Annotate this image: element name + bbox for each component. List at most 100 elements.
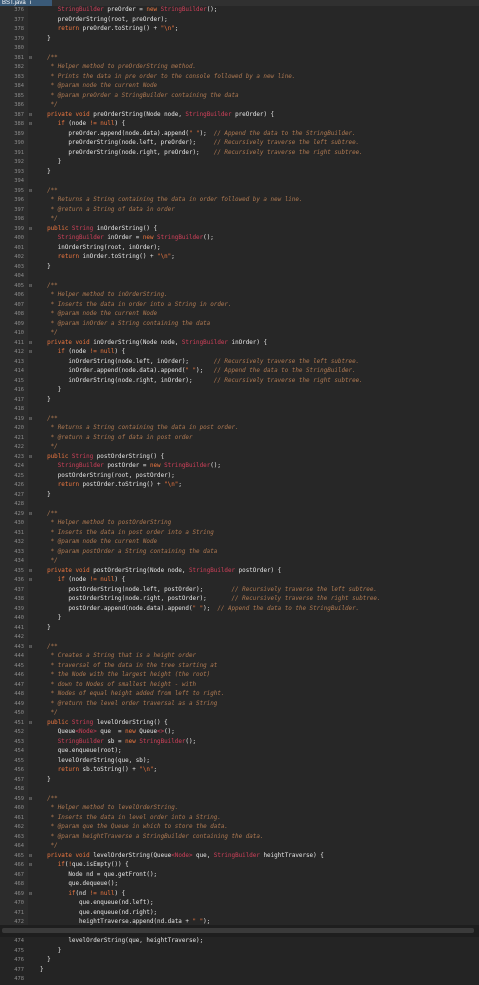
code-line[interactable]: 383 * Prints the data in pre order to th… — [0, 73, 479, 83]
scrollbar-thumb[interactable] — [2, 928, 474, 933]
code-line[interactable]: 386 */ — [0, 101, 479, 111]
code-line[interactable]: 467 Node nd = que.getFront(); — [0, 871, 479, 881]
fold-toggle-icon[interactable]: ⊟ — [29, 188, 32, 194]
code-line[interactable]: 444 * Creates a String that is a height … — [0, 652, 479, 662]
code-line[interactable]: 392 } — [0, 158, 479, 168]
code-line[interactable]: 447 * down to Nodes of smallest height -… — [0, 681, 479, 691]
code-line[interactable]: 433 * @param postOrder a String containi… — [0, 548, 479, 558]
code-line[interactable]: 423 public String postOrderString() { — [0, 453, 479, 463]
code-line[interactable]: 417 } — [0, 396, 479, 406]
code-line[interactable]: 462 * @param que the Queue in which to s… — [0, 823, 479, 833]
fold-toggle-icon[interactable]: ⊟ — [29, 350, 32, 355]
code-line[interactable]: 471 que.enqueue(nd.right); — [0, 909, 479, 919]
code-line[interactable]: 420 * Returns a String containing the da… — [0, 424, 479, 434]
code-line[interactable]: 388 if (node != null) { — [0, 120, 479, 130]
code-line[interactable]: 419 /** — [0, 415, 479, 425]
code-editor[interactable]: 376 StringBuilder preOrder = new StringB… — [0, 6, 479, 982]
code-line[interactable]: 440 } — [0, 614, 479, 624]
code-line[interactable]: 415 inOrderString(node.right, inOrder); … — [0, 377, 479, 387]
code-line[interactable]: 393 } — [0, 168, 479, 178]
code-line[interactable]: 474 levelOrderString(que, heightTraverse… — [0, 937, 479, 947]
code-line[interactable]: 402 return inOrder.toString() + "\n"; — [0, 253, 479, 263]
code-line[interactable]: 470 que.enqueue(nd.left); — [0, 899, 479, 909]
code-line[interactable]: 451 public String levelOrderString() { — [0, 719, 479, 729]
fold-toggle-icon[interactable]: ⊟ — [29, 416, 32, 422]
code-line[interactable]: 429 /** — [0, 510, 479, 520]
code-line[interactable]: 403 } — [0, 263, 479, 273]
code-line[interactable]: 475 } — [0, 947, 479, 957]
code-line[interactable]: 425 postOrderString(root, postOrder); — [0, 472, 479, 482]
code-line[interactable]: 414 inOrder.append(node.data).append(" "… — [0, 367, 479, 377]
code-line[interactable]: 378 return preOrder.toString() + "\n"; — [0, 25, 479, 35]
code-line[interactable]: 464 */ — [0, 842, 479, 852]
code-line[interactable]: 401 inOrderString(root, inOrder); — [0, 244, 479, 254]
code-line[interactable]: 381 /** — [0, 54, 479, 64]
code-line[interactable]: 461 * Inserts the data in level order in… — [0, 814, 479, 824]
code-line[interactable]: 408 * @param node the current Node — [0, 310, 479, 320]
code-line[interactable]: 380 — [0, 44, 479, 54]
code-line[interactable]: 400 StringBuilder inOrder = new StringBu… — [0, 234, 479, 244]
code-line[interactable]: 407 * Inserts the data in order into a S… — [0, 301, 479, 311]
fold-toggle-icon[interactable]: ⊟ — [29, 568, 32, 574]
code-line[interactable]: 458 — [0, 785, 479, 795]
code-line[interactable]: 427 } — [0, 491, 479, 501]
code-line[interactable]: 465 private void levelOrderString(Queue<… — [0, 852, 479, 862]
code-line[interactable]: 428 — [0, 500, 479, 510]
code-line[interactable]: 409 * @param inOrder a String containing… — [0, 320, 479, 330]
code-line[interactable]: 397 * @return a String of data in order — [0, 206, 479, 216]
code-line[interactable]: 435 private void postOrderString(Node no… — [0, 567, 479, 577]
code-line[interactable]: 463 * @param heightTraverse a StringBuil… — [0, 833, 479, 843]
code-line[interactable]: 421 * @return a String of data in post o… — [0, 434, 479, 444]
code-line[interactable]: 446 * the Node with the largest height (… — [0, 671, 479, 681]
fold-toggle-icon[interactable]: ⊟ — [29, 112, 32, 118]
fold-toggle-icon[interactable]: ⊟ — [29, 891, 32, 897]
fold-toggle-icon[interactable]: ⊟ — [29, 578, 32, 583]
code-line[interactable]: 413 inOrderString(node.left, inOrder); /… — [0, 358, 479, 368]
code-line[interactable]: 385 * @param preOrder a StringBuilder co… — [0, 92, 479, 102]
code-line[interactable]: 448 * Nodes of equal height added from l… — [0, 690, 479, 700]
code-line[interactable]: 478 — [0, 975, 479, 985]
code-line[interactable]: 434 */ — [0, 557, 479, 567]
fold-toggle-icon[interactable]: ⊟ — [29, 853, 32, 859]
code-line[interactable]: 382 * Helper method to preOrderString me… — [0, 63, 479, 73]
code-line[interactable]: 436 if (node != null) { — [0, 576, 479, 586]
code-line[interactable]: 404 — [0, 272, 479, 282]
code-line[interactable]: 456 return sb.toString() + "\n"; — [0, 766, 479, 776]
code-line[interactable]: 422 */ — [0, 443, 479, 453]
code-line[interactable]: 376 StringBuilder preOrder = new StringB… — [0, 6, 479, 16]
code-line[interactable]: 453 StringBuilder sb = new StringBuilder… — [0, 738, 479, 748]
fold-toggle-icon[interactable]: ⊟ — [29, 122, 32, 127]
code-line[interactable]: 418 — [0, 405, 479, 415]
code-line[interactable]: 396 * Returns a String containing the da… — [0, 196, 479, 206]
code-line[interactable]: 460 * Helper method to levelOrderString. — [0, 804, 479, 814]
code-line[interactable]: 454 que.enqueue(root); — [0, 747, 479, 757]
fold-toggle-icon[interactable]: ⊟ — [29, 863, 32, 868]
code-line[interactable]: 468 que.dequeue(); — [0, 880, 479, 890]
code-line[interactable]: 455 levelOrderString(que, sb); — [0, 757, 479, 767]
code-line[interactable]: 439 postOrder.append(node.data).append("… — [0, 605, 479, 615]
code-line[interactable]: 390 preOrderString(node.left, preOrder);… — [0, 139, 479, 149]
code-line[interactable]: 395 /** — [0, 187, 479, 197]
fold-toggle-icon[interactable]: ⊟ — [29, 226, 32, 232]
fold-toggle-icon[interactable]: ⊟ — [29, 796, 32, 802]
code-line[interactable]: 389 preOrder.append(node.data).append(" … — [0, 130, 479, 140]
code-line[interactable]: 450 */ — [0, 709, 479, 719]
code-line[interactable]: 452 Queue<Node> que = new Queue<>(); — [0, 728, 479, 738]
code-line[interactable]: 405 /** — [0, 282, 479, 292]
code-area[interactable]: 376 StringBuilder preOrder = new StringB… — [0, 6, 479, 985]
code-line[interactable]: 399 public String inOrderString() { — [0, 225, 479, 235]
code-line[interactable]: 424 StringBuilder postOrder = new String… — [0, 462, 479, 472]
code-line[interactable]: 443 /** — [0, 643, 479, 653]
code-line[interactable]: 430 * Helper method to postOrderString — [0, 519, 479, 529]
code-line[interactable]: 379 } — [0, 35, 479, 45]
code-line[interactable]: 457 } — [0, 776, 479, 786]
code-line[interactable]: 377 preOrderString(root, preOrder); — [0, 16, 479, 26]
fold-toggle-icon[interactable]: ⊟ — [29, 340, 32, 346]
horizontal-scrollbar[interactable] — [0, 925, 479, 937]
code-line[interactable]: 384 * @param node the current Node — [0, 82, 479, 92]
code-line[interactable]: 406 * Helper method to inOrderString. — [0, 291, 479, 301]
code-line[interactable]: 398 */ — [0, 215, 479, 225]
code-line[interactable]: 445 * traversal of the data in the tree … — [0, 662, 479, 672]
fold-toggle-icon[interactable]: ⊟ — [29, 283, 32, 289]
code-line[interactable]: 394 — [0, 177, 479, 187]
